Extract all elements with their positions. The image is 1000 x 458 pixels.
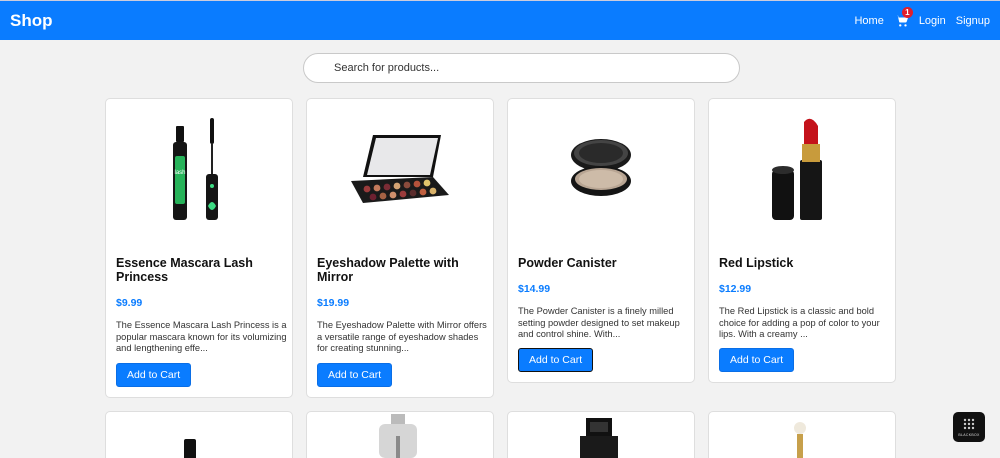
- add-to-cart-button[interactable]: Add to Cart: [317, 363, 393, 387]
- blackbox-label: BLACKBOX: [958, 433, 980, 437]
- svg-text:lash: lash: [174, 170, 185, 176]
- product-card: Red Lipstick $12.99 The Red Lipstick is …: [708, 98, 896, 383]
- product-description: The Powder Canister is a finely milled s…: [518, 306, 680, 339]
- add-to-cart-button[interactable]: Add to Cart: [719, 348, 795, 372]
- cart-count-badge: 1: [901, 6, 913, 18]
- product-card: [105, 411, 293, 458]
- product-price: $14.99: [518, 283, 551, 295]
- product-card: [507, 411, 695, 458]
- search-input[interactable]: [303, 53, 740, 83]
- blackbox-logo-icon: [963, 418, 975, 430]
- product-image[interactable]: lash: [106, 99, 292, 239]
- powder-canister-icon: [571, 139, 631, 196]
- blackbox-widget[interactable]: BLACKBOX: [953, 412, 985, 442]
- product-description: The Eyeshadow Palette with Mirror offers…: [317, 320, 487, 353]
- product-price: $19.99: [317, 297, 350, 309]
- product-card: Powder Canister $14.99 The Powder Canist…: [507, 98, 695, 383]
- product-image[interactable]: [307, 99, 493, 239]
- nail-polish-icon: [184, 439, 196, 458]
- perfume-bottle-icon: [580, 418, 618, 458]
- nav-links: Home 1 Login Signup: [844, 6, 990, 28]
- brand-logo[interactable]: Shop: [10, 11, 53, 31]
- product-image[interactable]: [508, 99, 694, 239]
- lipstick-icon: [772, 118, 822, 220]
- product-price: $9.99: [116, 297, 143, 309]
- mascara-icon: lash: [173, 118, 218, 220]
- product-title[interactable]: Essence Mascara Lash Princess: [116, 256, 286, 284]
- product-title[interactable]: Red Lipstick: [719, 256, 889, 270]
- add-to-cart-button[interactable]: Add to Cart: [518, 348, 594, 372]
- product-image[interactable]: [709, 99, 895, 239]
- product-price: $12.99: [719, 283, 752, 295]
- nav-home-link[interactable]: Home: [854, 15, 883, 27]
- navbar: Shop Home 1 Login Signup: [0, 0, 1000, 40]
- add-to-cart-button[interactable]: Add to Cart: [116, 363, 192, 387]
- product-description: The Red Lipstick is a classic and bold c…: [719, 306, 880, 339]
- eyeshadow-palette-icon: [351, 135, 449, 203]
- cart-button[interactable]: 1: [895, 6, 913, 28]
- perfume-bottle-icon: [379, 414, 417, 458]
- product-card: [306, 411, 494, 458]
- nav-login-link[interactable]: Login: [919, 15, 946, 27]
- product-title[interactable]: Powder Canister: [518, 256, 688, 270]
- product-card: Eyeshadow Palette with Mirror $19.99 The…: [306, 98, 494, 398]
- product-title[interactable]: Eyeshadow Palette with Mirror: [317, 256, 487, 284]
- product-description: The Essence Mascara Lash Princess is a p…: [116, 320, 287, 353]
- product-card: [708, 411, 896, 458]
- product-card: lash Essence Mascara Lash Princess $9.99…: [105, 98, 293, 398]
- perfume-bottle-icon: [794, 422, 806, 458]
- nav-signup-link[interactable]: Signup: [956, 15, 990, 27]
